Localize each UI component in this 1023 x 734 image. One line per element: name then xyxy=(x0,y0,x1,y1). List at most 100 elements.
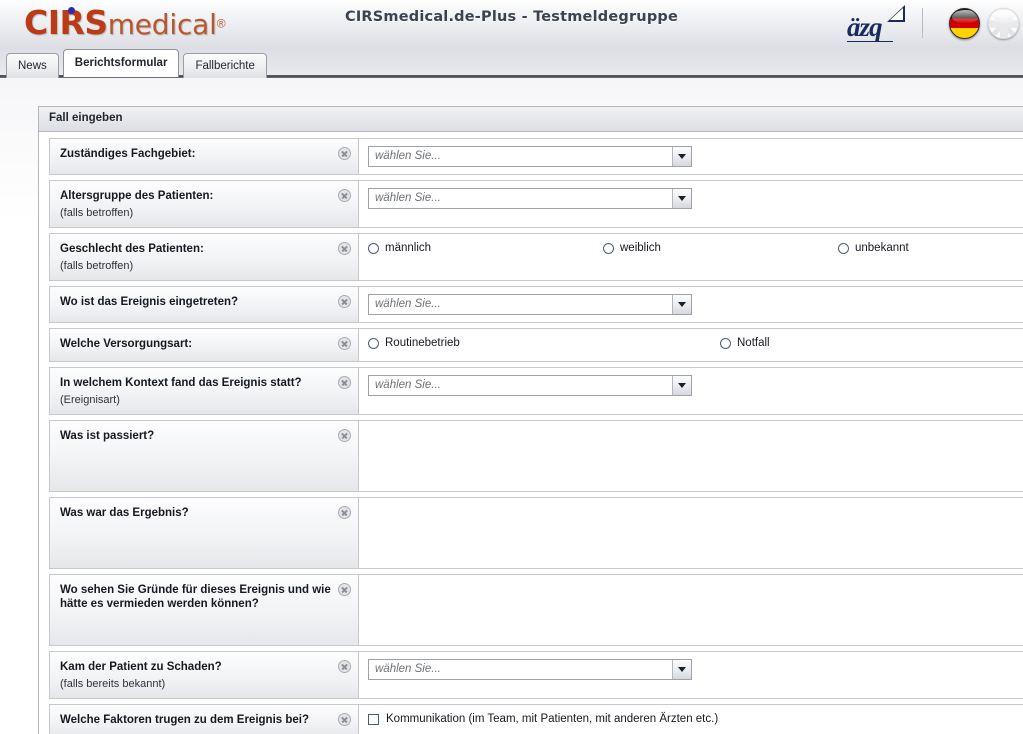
help-icon[interactable] xyxy=(338,429,351,442)
flag-uk-icon[interactable] xyxy=(988,8,1019,39)
field-label-sub: (falls bereits bekannt) xyxy=(60,678,166,690)
field-label: Welche Faktoren trugen zu dem Ereignis b… xyxy=(49,705,359,734)
help-icon[interactable] xyxy=(338,376,351,389)
field-label-text: Welche Versorgungsart: xyxy=(60,338,193,350)
azq-logo: äzq xyxy=(847,4,909,46)
fachgebiet-select[interactable]: wählen Sie... xyxy=(368,146,692,167)
select-value: wählen Sie... xyxy=(375,150,441,162)
cirs-medical-logo: CIRS medical® xyxy=(24,6,226,39)
table-row: Was war das Ergebnis? xyxy=(49,497,1023,569)
radio-circle-icon[interactable] xyxy=(368,337,379,349)
help-icon[interactable] xyxy=(338,583,351,596)
help-icon[interactable] xyxy=(338,242,351,255)
main-tabbar: News Berichtsformular Fallberichte xyxy=(0,48,1023,79)
app-header: CIRS medical® CIRSmedical.de-Plus - Testm… xyxy=(0,0,1023,48)
gruende-textarea[interactable] xyxy=(368,582,1017,638)
field-label: Zuständiges Fachgebiet: xyxy=(49,139,359,174)
azq-sail-icon xyxy=(887,5,905,22)
was-ist-passiert-textarea[interactable] xyxy=(368,428,1017,484)
table-row: Welche Versorgungsart: Routinebetrieb No… xyxy=(49,328,1023,362)
language-switcher xyxy=(949,8,1019,39)
flag-germany-icon[interactable] xyxy=(949,8,980,39)
field-label-text: In welchem Kontext fand das Ereignis sta… xyxy=(60,377,302,389)
select-value: wählen Sie... xyxy=(375,192,441,204)
field-control: wählen Sie... xyxy=(359,287,1023,322)
field-control: Kommunikation (im Team, mit Patienten, m… xyxy=(359,705,1023,734)
field-label-text: Wo sehen Sie Gründe für dieses Ereignis … xyxy=(60,584,331,610)
checkbox-icon[interactable] xyxy=(368,713,379,725)
radio-option-unbekannt[interactable]: unbekannt xyxy=(838,242,909,254)
ereignisort-select[interactable]: wählen Sie... xyxy=(368,294,692,315)
versorgungsart-radio-group: Routinebetrieb Notfall xyxy=(368,336,1017,349)
geschlecht-radio-group: männlich weiblich unbekannt xyxy=(368,241,1017,254)
schaden-select[interactable]: wählen Sie... xyxy=(368,659,692,680)
radio-circle-icon[interactable] xyxy=(368,242,379,254)
field-label-text: Wo ist das Ereignis eingetreten? xyxy=(60,296,239,308)
field-control: wählen Sie... xyxy=(359,652,1023,698)
checkbox-option-kommunikation[interactable]: Kommunikation (im Team, mit Patienten, m… xyxy=(368,712,718,725)
radio-circle-icon[interactable] xyxy=(603,242,614,254)
chevron-down-icon[interactable] xyxy=(672,660,691,679)
field-control xyxy=(359,421,1023,491)
radio-option-weiblich[interactable]: weiblich xyxy=(603,242,838,254)
table-row: In welchem Kontext fand das Ereignis sta… xyxy=(49,367,1023,415)
field-label: Geschlecht des Patienten: (falls betroff… xyxy=(49,234,359,280)
radio-circle-icon[interactable] xyxy=(720,337,731,349)
radio-option-maennlich[interactable]: männlich xyxy=(368,242,603,254)
field-control xyxy=(359,498,1023,568)
chevron-down-icon[interactable] xyxy=(672,376,691,395)
help-icon[interactable] xyxy=(338,147,351,160)
chevron-down-icon[interactable] xyxy=(672,295,691,314)
logo-registered-mark: ® xyxy=(216,16,226,31)
table-row: Altersgruppe des Patienten: (falls betro… xyxy=(49,180,1023,228)
field-control xyxy=(359,575,1023,645)
altersgruppe-select[interactable]: wählen Sie... xyxy=(368,188,692,209)
chevron-down-icon[interactable] xyxy=(672,189,691,208)
field-label-text: Was ist passiert? xyxy=(60,430,155,442)
table-row: Welche Faktoren trugen zu dem Ereignis b… xyxy=(49,704,1023,734)
field-label-text: Welche Faktoren trugen zu dem Ereignis b… xyxy=(60,714,310,726)
kontext-select[interactable]: wählen Sie... xyxy=(368,375,692,396)
help-icon[interactable] xyxy=(338,295,351,308)
field-label: Was war das Ergebnis? xyxy=(49,498,359,568)
field-label: Was ist passiert? xyxy=(49,421,359,491)
table-row: Geschlecht des Patienten: (falls betroff… xyxy=(49,233,1023,281)
azq-underline xyxy=(847,41,893,42)
chevron-down-icon[interactable] xyxy=(672,147,691,166)
field-label: Wo ist das Ereignis eingetreten? xyxy=(49,287,359,322)
logo-blue-dot-icon xyxy=(68,7,75,14)
page-content: Fall eingeben Zuständiges Fachgebiet: wä… xyxy=(0,78,1023,734)
help-icon[interactable] xyxy=(338,337,351,350)
help-icon[interactable] xyxy=(338,189,351,202)
help-icon[interactable] xyxy=(338,660,351,673)
checkbox-label: Kommunikation (im Team, mit Patienten, m… xyxy=(386,713,719,725)
field-label-text: Altersgruppe des Patienten: xyxy=(60,190,214,202)
radio-option-routinebetrieb[interactable]: Routinebetrieb xyxy=(368,337,720,349)
tab-fallberichte[interactable]: Fallberichte xyxy=(183,53,267,79)
field-control: wählen Sie... xyxy=(359,139,1023,174)
field-control: wählen Sie... xyxy=(359,181,1023,227)
field-label: In welchem Kontext fand das Ereignis sta… xyxy=(49,368,359,414)
field-label: Wo sehen Sie Gründe für dieses Ereignis … xyxy=(49,575,359,645)
field-label-text: Was war das Ergebnis? xyxy=(60,507,189,519)
table-row: Was ist passiert? xyxy=(49,420,1023,492)
was-war-das-ergebnis-textarea[interactable] xyxy=(368,505,1017,561)
select-value: wählen Sie... xyxy=(375,663,441,675)
field-control: männlich weiblich unbekannt xyxy=(359,234,1023,280)
field-label-text: Geschlecht des Patienten: xyxy=(60,243,204,255)
radio-option-notfall[interactable]: Notfall xyxy=(720,337,770,349)
form-rows-container: Zuständiges Fachgebiet: wählen Sie... Al… xyxy=(39,132,1023,734)
radio-circle-icon[interactable] xyxy=(838,242,849,254)
tab-news[interactable]: News xyxy=(6,53,59,79)
help-icon[interactable] xyxy=(338,506,351,519)
panel-title: Fall eingeben xyxy=(39,107,1023,132)
field-label-text: Zuständiges Fachgebiet: xyxy=(60,148,196,160)
tab-berichtsformular[interactable]: Berichtsformular xyxy=(62,49,180,77)
radio-label: Routinebetrieb xyxy=(385,337,460,349)
radio-label: männlich xyxy=(385,242,432,254)
header-divider xyxy=(922,8,923,38)
case-entry-panel: Fall eingeben Zuständiges Fachgebiet: wä… xyxy=(38,106,1023,734)
field-label-sub: (falls betroffen) xyxy=(60,207,134,219)
logo-text-medical: medical xyxy=(107,8,217,41)
help-icon[interactable] xyxy=(338,713,351,726)
